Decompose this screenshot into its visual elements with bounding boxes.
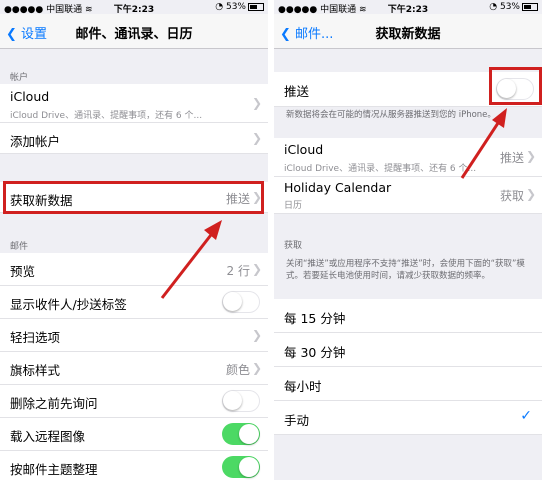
left-screen: ●●●●● 中国联通 ≋ 下午2:23 ◔ 53% ❮ 设置 邮件、通讯录、日历…	[0, 0, 268, 480]
right-screen: ●●●●● 中国联通 ≋ 下午2:23 ◔ 53% ❮ 邮件... 获取新数据 …	[274, 0, 542, 480]
highlight-arrow	[160, 220, 222, 299]
highlight-arrow	[460, 108, 507, 179]
